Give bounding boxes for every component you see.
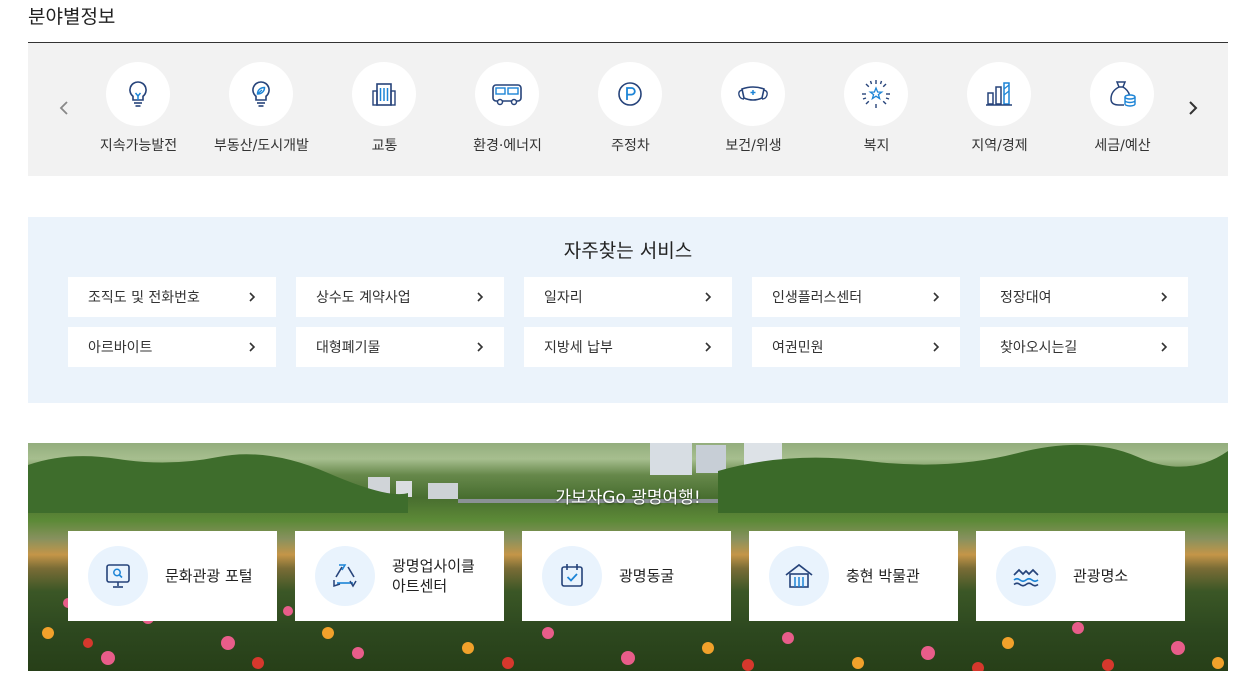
chevron-right-icon	[1161, 292, 1168, 302]
chevron-right-icon	[705, 342, 712, 352]
travel-card-upcycle-center[interactable]: 광명업사이클 아트센터	[295, 531, 504, 621]
field-item-health[interactable]: 보건/위생	[692, 43, 815, 176]
field-item-parking[interactable]: 주정차	[569, 43, 692, 176]
travel-card-label: 광명업사이클 아트센터	[392, 557, 475, 595]
service-label: 지방세 납부	[544, 340, 613, 356]
mask-icon	[738, 86, 768, 101]
chevron-left-icon	[59, 101, 68, 115]
field-label: 지역/경제	[971, 138, 1028, 154]
travel-card-museum[interactable]: 충현 박물관	[749, 531, 958, 621]
service-link[interactable]: 상수도 계약사업	[296, 277, 504, 317]
leaf-bulb-icon	[252, 81, 270, 107]
field-item-environment[interactable]: 환경·에너지	[446, 43, 569, 176]
chevron-right-icon	[477, 342, 484, 352]
service-label: 일자리	[544, 290, 583, 306]
travel-card-label: 충현 박물관	[846, 567, 920, 585]
travel-card-culture-portal[interactable]: 문화관광 포털	[68, 531, 277, 621]
service-link[interactable]: 지방세 납부	[524, 327, 732, 367]
field-label: 세금/예산	[1094, 138, 1151, 154]
field-item-realestate[interactable]: 부동산/도시개발	[200, 43, 323, 176]
bus-icon	[492, 84, 522, 106]
chevron-right-icon	[1161, 342, 1168, 352]
service-label: 인생플러스센터	[772, 290, 863, 306]
field-item-welfare[interactable]: 복지	[815, 43, 938, 176]
service-link[interactable]: 아르바이트	[68, 327, 276, 367]
service-label: 조직도 및 전화번호	[88, 290, 200, 306]
parking-icon	[618, 82, 642, 106]
service-label: 아르바이트	[88, 340, 153, 356]
service-link[interactable]: 인생플러스센터	[752, 277, 960, 317]
field-label: 지속가능발전	[99, 138, 178, 154]
travel-card-attractions[interactable]: 관광명소	[976, 531, 1185, 621]
chevron-right-icon	[1189, 101, 1198, 115]
monitor-search-icon	[106, 564, 130, 588]
carousel-next-button[interactable]	[1183, 95, 1203, 121]
field-label: 부동산/도시개발	[214, 138, 309, 154]
house-icon	[785, 563, 813, 588]
calendar-check-icon	[561, 564, 583, 587]
service-label: 대형폐기물	[316, 340, 381, 356]
building-icon	[372, 83, 396, 106]
chevron-right-icon	[477, 292, 484, 302]
service-link[interactable]: 여권민원	[752, 327, 960, 367]
section-title: 분야별정보	[28, 6, 116, 28]
service-label: 여권민원	[772, 340, 824, 356]
travel-card-gwangmyeong-cave[interactable]: 광명동굴	[522, 531, 731, 621]
field-label: 보건/위생	[725, 138, 782, 154]
bar-chart-icon	[986, 82, 1012, 106]
field-item-sustainable[interactable]: 지속가능발전	[77, 43, 200, 176]
field-label: 교통	[371, 138, 398, 154]
money-bag-icon	[1110, 81, 1136, 107]
field-item-traffic[interactable]: 교통	[323, 43, 446, 176]
chevron-right-icon	[933, 292, 940, 302]
chevron-right-icon	[249, 292, 256, 302]
field-item-tax[interactable]: 세금/예산	[1061, 43, 1184, 176]
service-link[interactable]: 찾아오시는길	[980, 327, 1188, 367]
chevron-right-icon	[249, 342, 256, 352]
service-link[interactable]: 조직도 및 전화번호	[68, 277, 276, 317]
chevron-right-icon	[933, 342, 940, 352]
lightbulb-icon	[129, 81, 147, 107]
field-label: 환경·에너지	[473, 138, 542, 154]
service-label: 정장대여	[1000, 290, 1052, 306]
field-label: 복지	[863, 138, 890, 154]
service-label: 상수도 계약사업	[316, 290, 411, 306]
service-link[interactable]: 대형폐기물	[296, 327, 504, 367]
star-burst-icon	[862, 80, 890, 108]
travel-card-label: 문화관광 포털	[165, 567, 253, 585]
field-carousel: 지속가능발전 부동산/도시개발 교통 환경·에너지 주정차 보건/위생 복지 지…	[28, 43, 1228, 176]
services-title: 자주찾는 서비스	[563, 240, 693, 262]
travel-card-label: 광명동굴	[619, 567, 675, 585]
service-link[interactable]: 일자리	[524, 277, 732, 317]
frequent-services: 자주찾는 서비스 조직도 및 전화번호 상수도 계약사업 일자리 인생플러스센터…	[28, 217, 1228, 403]
chevron-right-icon	[705, 292, 712, 302]
field-label: 주정차	[611, 138, 650, 154]
carousel-prev-button[interactable]	[54, 95, 74, 121]
recycle-icon	[333, 564, 357, 588]
waves-icon	[1013, 568, 1039, 587]
section-header: 분야별정보	[28, 0, 1228, 43]
service-link[interactable]: 정장대여	[980, 277, 1188, 317]
travel-title: 가보자Go 광명여행!	[555, 488, 701, 508]
field-item-economy[interactable]: 지역/경제	[938, 43, 1061, 176]
service-label: 찾아오시는길	[1000, 340, 1078, 356]
travel-card-label: 관광명소	[1073, 567, 1129, 585]
travel-banner: 가보자Go 광명여행! 문화관광 포털 광명업사이클 아트센터 광명동굴 충현 …	[28, 443, 1228, 671]
